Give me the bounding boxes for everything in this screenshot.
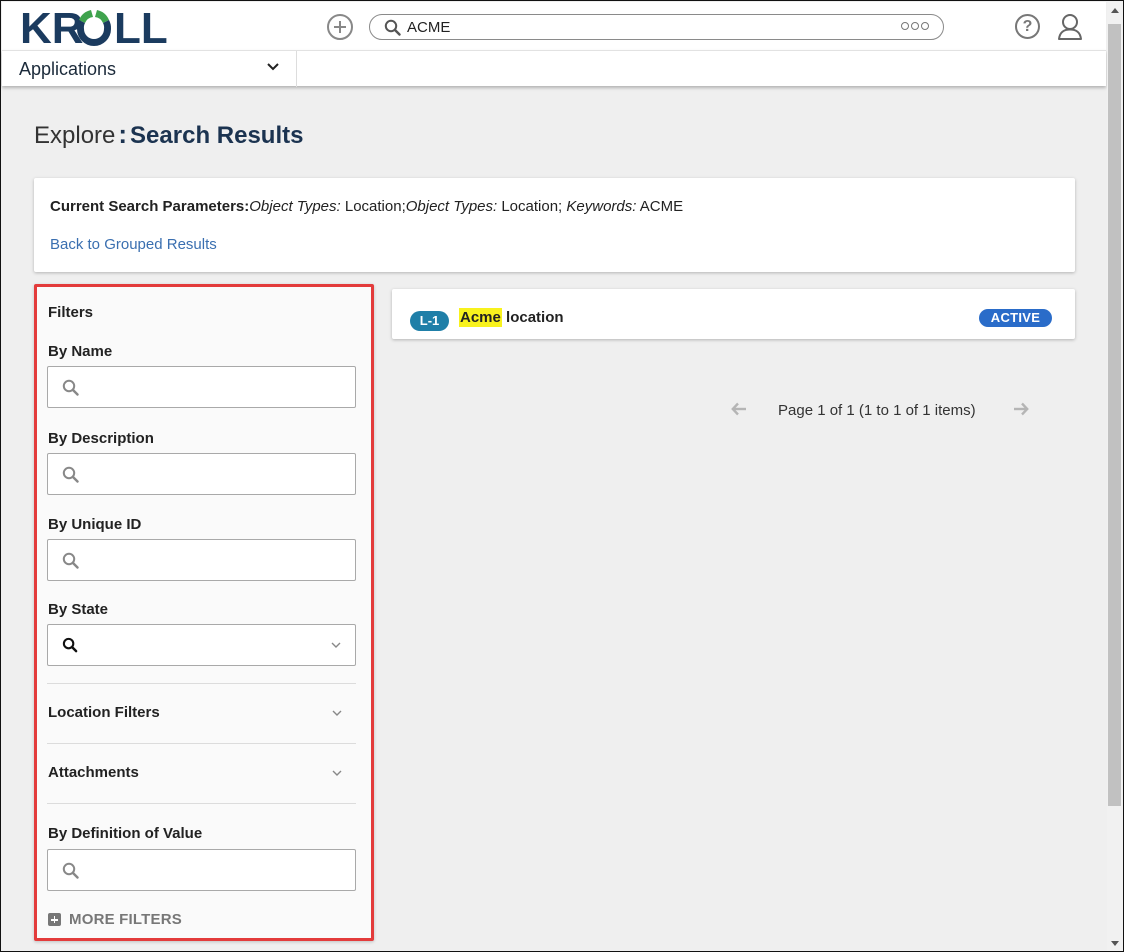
kroll-logo-text-ll: LL (114, 6, 168, 48)
params-keywords-value: ACME (639, 198, 684, 215)
unique-id-badge: L-1 (410, 311, 449, 331)
scroll-down-arrow-icon[interactable] (1111, 941, 1119, 946)
more-filters-label: MORE FILTERS (69, 911, 182, 928)
page-title-prefix: Explore (34, 122, 116, 149)
by-description-input[interactable] (47, 453, 356, 495)
by-description-field[interactable] (87, 465, 347, 483)
location-filters-toggle[interactable]: Location Filters (48, 701, 356, 725)
kroll-logo[interactable]: KR LL (20, 6, 200, 48)
search-icon (62, 379, 79, 396)
global-search-input[interactable] (407, 18, 877, 36)
filters-divider (47, 683, 356, 684)
params-objtypes-label-1: Object Types: (249, 198, 341, 215)
by-unique-id-field[interactable] (87, 551, 347, 569)
status-badge: ACTIVE (979, 309, 1052, 327)
filters-divider (47, 743, 356, 744)
search-icon (62, 862, 79, 879)
filters-divider (47, 803, 356, 804)
pagination: Page 1 of 1 (1 to 1 of 1 items) (731, 399, 1031, 421)
back-to-grouped-results-link[interactable]: Back to Grouped Results (50, 236, 217, 253)
applications-label: Applications (19, 58, 117, 79)
by-definition-of-value-field[interactable] (87, 861, 347, 879)
help-icon[interactable]: ? (1015, 14, 1040, 39)
chevron-down-icon (331, 642, 341, 648)
result-name[interactable]: Acme location (459, 308, 564, 327)
attachments-toggle[interactable]: Attachments (48, 761, 356, 785)
by-unique-id-label: By Unique ID (48, 516, 142, 533)
plus-circle-icon (334, 21, 346, 33)
pagination-text: Page 1 of 1 (1 to 1 of 1 items) (778, 402, 976, 419)
result-name-rest: location (501, 309, 564, 326)
kroll-logo-mark: KR LL (20, 6, 168, 48)
user-icon[interactable] (1057, 13, 1083, 41)
plus-square-icon (48, 913, 61, 926)
kroll-logo-text-kr: KR (20, 6, 84, 48)
location-filters-label: Location Filters (48, 704, 160, 721)
search-parameters-line: Current Search Parameters:Object Types: … (50, 198, 683, 215)
app-window: KR LL ACME ? Applications Explore: Sear… (0, 0, 1124, 952)
by-name-label: By Name (48, 343, 113, 360)
by-name-field[interactable] (87, 378, 347, 396)
scroll-up-arrow-icon[interactable] (1111, 8, 1119, 13)
page-title: Explore : Search Results (34, 119, 303, 150)
search-icon (384, 19, 401, 36)
params-objtypes-value-1: Location; (344, 198, 406, 215)
scrollbar-thumb[interactable] (1108, 24, 1121, 806)
app-bar: Applications (2, 50, 1106, 87)
params-objtypes-value-2: Location; (501, 198, 563, 215)
by-state-select[interactable] (47, 624, 356, 666)
applications-dropdown[interactable]: Applications (2, 51, 297, 87)
by-name-input[interactable] (47, 366, 356, 408)
params-keywords-label: Keywords: (566, 198, 637, 215)
top-bar: KR LL ACME ? (2, 2, 1106, 50)
global-search[interactable] (369, 14, 944, 40)
search-icon (62, 466, 79, 483)
search-icon (62, 552, 79, 569)
more-filters-button[interactable]: MORE FILTERS (48, 911, 182, 928)
by-unique-id-input[interactable] (47, 539, 356, 581)
search-options-icon[interactable] (901, 22, 929, 30)
params-objtypes-label-2: Object Types: (405, 198, 498, 215)
add-button[interactable] (327, 14, 353, 40)
by-description-label: By Description (48, 430, 154, 447)
arrow-left-icon[interactable] (731, 402, 747, 416)
arrow-right-icon[interactable] (1013, 402, 1029, 416)
kroll-logo-o (76, 10, 112, 46)
page-title-main: Search Results (130, 122, 304, 149)
filters-panel: Filters By Name By Description By Unique… (34, 284, 374, 941)
page-scrollbar[interactable] (1107, 2, 1123, 951)
page-title-separator: : (118, 119, 128, 149)
attachments-label: Attachments (48, 764, 139, 781)
search-icon (62, 637, 78, 653)
chevron-down-icon (332, 770, 342, 776)
chevron-down-icon (332, 710, 342, 716)
by-definition-of-value-input[interactable] (47, 849, 356, 891)
by-definition-of-value-label: By Definition of Value (48, 825, 203, 842)
by-state-label: By State (48, 601, 109, 618)
result-name-highlight: Acme (459, 308, 502, 327)
params-label: Current Search Parameters: (50, 198, 250, 215)
chevron-down-icon (267, 63, 279, 71)
search-parameters-card: Current Search Parameters:Object Types: … (34, 178, 1075, 272)
filters-title: Filters (48, 304, 94, 321)
result-row[interactable]: L-1 Acme location ACTIVE (392, 289, 1075, 339)
